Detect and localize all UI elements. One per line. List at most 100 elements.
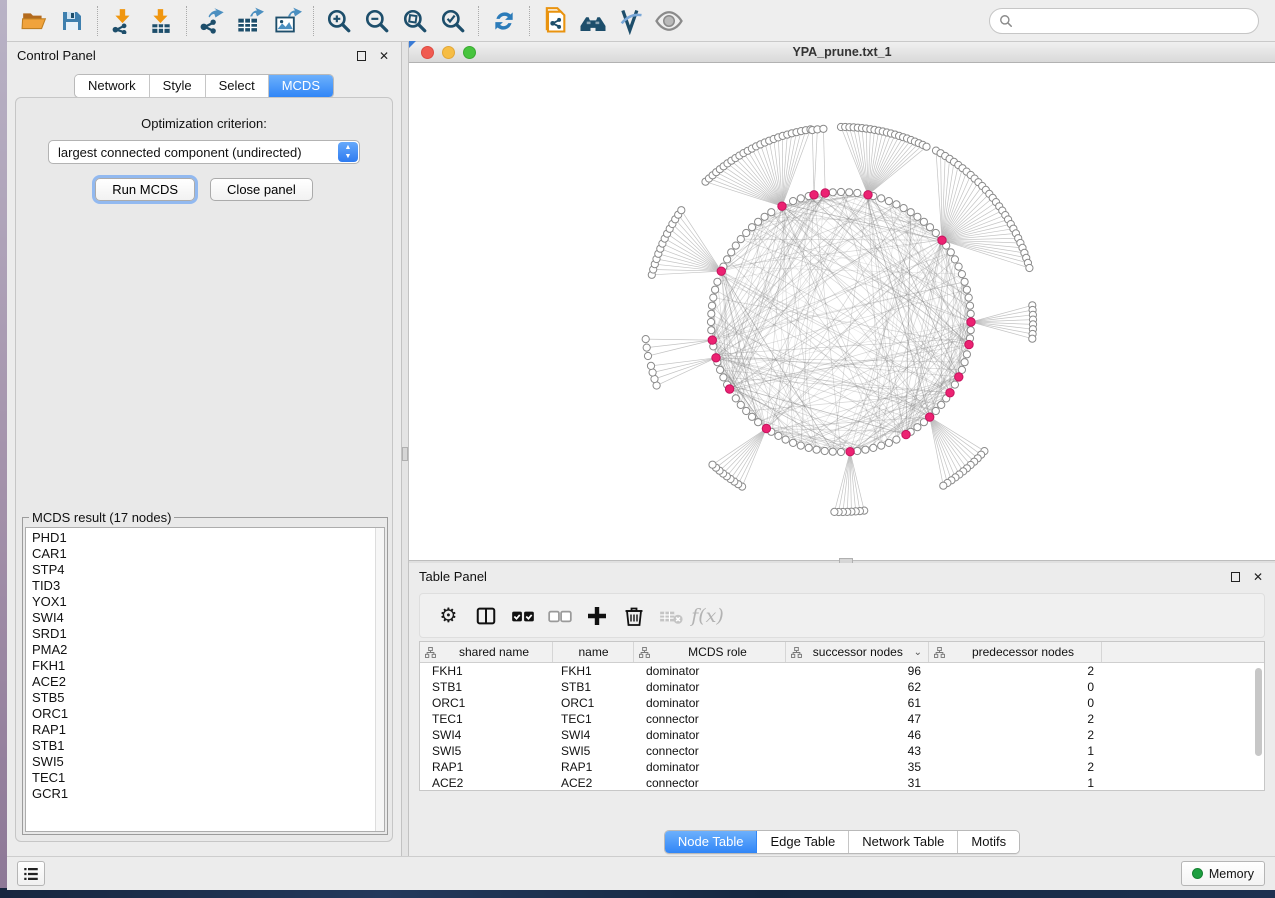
- graph-node[interactable]: [748, 224, 755, 231]
- graph-node[interactable]: [947, 249, 954, 256]
- table-row[interactable]: SWI4SWI4dominator462: [420, 727, 1264, 743]
- mcds-list-item[interactable]: STP4: [26, 562, 384, 578]
- column-header-successor-nodes[interactable]: successor nodes⌄: [786, 642, 929, 662]
- graph-mcds-hub-node[interactable]: [955, 373, 963, 381]
- mcds-list-item[interactable]: RAP1: [26, 722, 384, 738]
- zoom-in-icon[interactable]: [320, 4, 358, 38]
- graph-node[interactable]: [914, 213, 921, 220]
- graph-node[interactable]: [710, 294, 717, 301]
- graph-node[interactable]: [724, 256, 731, 263]
- close-panel-icon[interactable]: ✕: [1251, 570, 1265, 584]
- graph-node[interactable]: [790, 198, 797, 205]
- graph-mcds-hub-node[interactable]: [810, 191, 818, 199]
- tab-mcds[interactable]: MCDS: [269, 75, 333, 97]
- graph-mcds-hub-node[interactable]: [846, 448, 854, 456]
- graph-node[interactable]: [893, 201, 900, 208]
- mcds-list-item[interactable]: FKH1: [26, 658, 384, 674]
- memory-button[interactable]: Memory: [1181, 861, 1265, 886]
- graph-node[interactable]: [870, 444, 877, 451]
- zoom-fit-icon[interactable]: [396, 4, 434, 38]
- mcds-list-item[interactable]: STB1: [26, 738, 384, 754]
- graph-node[interactable]: [862, 446, 869, 453]
- graph-mcds-hub-node[interactable]: [708, 336, 716, 344]
- graph-node[interactable]: [755, 218, 762, 225]
- search-input[interactable]: [1018, 14, 1249, 28]
- network-window-titlebar[interactable]: YPA_prune.txt_1: [409, 42, 1275, 63]
- mcds-list-item[interactable]: ORC1: [26, 706, 384, 722]
- mcds-list-item[interactable]: CAR1: [26, 546, 384, 562]
- table-row[interactable]: FKH1FKH1dominator962: [420, 663, 1264, 679]
- graph-mcds-hub-node[interactable]: [725, 385, 733, 393]
- tab-network-table[interactable]: Network Table: [849, 831, 958, 853]
- graph-node[interactable]: [717, 366, 724, 373]
- close-panel-icon[interactable]: ✕: [377, 49, 391, 63]
- graph-node[interactable]: [708, 327, 715, 334]
- column-header-shared-name[interactable]: shared name: [420, 642, 553, 662]
- refresh-view-icon[interactable]: [485, 4, 523, 38]
- column-header-name[interactable]: name: [553, 642, 634, 662]
- graph-node[interactable]: [955, 263, 962, 270]
- graph-node[interactable]: [768, 209, 775, 216]
- table-row[interactable]: TEC1TEC1connector472: [420, 711, 1264, 727]
- tab-network[interactable]: Network: [75, 75, 150, 97]
- open-file-icon[interactable]: [15, 4, 53, 38]
- graph-node[interactable]: [854, 189, 861, 196]
- graph-node[interactable]: [714, 278, 721, 285]
- graph-mcds-hub-node[interactable]: [967, 318, 975, 326]
- graph-mcds-hub-node[interactable]: [902, 430, 910, 438]
- mcds-list-item[interactable]: PHD1: [26, 530, 384, 546]
- show-task-history-button[interactable]: [17, 861, 45, 886]
- graph-node[interactable]: [963, 351, 970, 358]
- table-row[interactable]: ACE2ACE2connector311: [420, 775, 1264, 791]
- zoom-out-icon[interactable]: [358, 4, 396, 38]
- mcds-list-item[interactable]: SWI4: [26, 610, 384, 626]
- toggle-styles-icon[interactable]: [612, 4, 650, 38]
- graph-mcds-hub-node[interactable]: [762, 424, 770, 432]
- clone-network-icon[interactable]: [536, 4, 574, 38]
- graph-mcds-hub-node[interactable]: [778, 202, 786, 210]
- graph-mcds-hub-node[interactable]: [938, 236, 946, 244]
- graph-node[interactable]: [743, 407, 750, 414]
- graph-node[interactable]: [737, 236, 744, 243]
- mcds-list-item[interactable]: PMA2: [26, 642, 384, 658]
- graph-leaf-node[interactable]: [644, 352, 651, 359]
- graph-node[interactable]: [782, 436, 789, 443]
- graph-node[interactable]: [951, 381, 958, 388]
- mcds-result-list[interactable]: PHD1CAR1STP4TID3YOX1SWI4SRD1PMA2FKH1ACE2…: [25, 527, 385, 832]
- graph-node[interactable]: [837, 448, 844, 455]
- graph-node[interactable]: [708, 302, 715, 309]
- graph-mcds-hub-node[interactable]: [946, 389, 954, 397]
- graph-node[interactable]: [732, 242, 739, 249]
- table-options-gear-icon[interactable]: ⚙: [430, 598, 467, 634]
- graph-node[interactable]: [829, 448, 836, 455]
- graph-leaf-node[interactable]: [709, 461, 716, 468]
- graph-node[interactable]: [748, 413, 755, 420]
- table-scrollbar[interactable]: [1254, 664, 1263, 791]
- graph-node[interactable]: [728, 249, 735, 256]
- network-canvas[interactable]: [409, 63, 1275, 560]
- graph-node[interactable]: [821, 447, 828, 454]
- run-mcds-button[interactable]: Run MCDS: [95, 178, 195, 201]
- export-image-icon[interactable]: [269, 4, 307, 38]
- graph-node[interactable]: [878, 195, 885, 202]
- graph-node[interactable]: [707, 318, 714, 325]
- graph-node[interactable]: [775, 432, 782, 439]
- graph-mcds-hub-node[interactable]: [717, 267, 725, 275]
- graph-node[interactable]: [961, 278, 968, 285]
- graph-leaf-node[interactable]: [678, 207, 685, 214]
- tab-select[interactable]: Select: [206, 75, 269, 97]
- deselect-all-columns-icon[interactable]: [541, 598, 578, 634]
- graph-node[interactable]: [885, 439, 892, 446]
- graph-node[interactable]: [932, 407, 939, 414]
- node-table[interactable]: shared namenameMCDS rolesuccessor nodes⌄…: [419, 641, 1265, 791]
- global-search-field[interactable]: [989, 8, 1259, 34]
- column-header-predecessor-nodes[interactable]: predecessor nodes: [929, 642, 1102, 662]
- graph-leaf-node[interactable]: [1026, 264, 1033, 271]
- graph-leaf-node[interactable]: [940, 482, 947, 489]
- table-row[interactable]: STB1STB1dominator620: [420, 679, 1264, 695]
- graph-leaf-node[interactable]: [831, 508, 838, 515]
- graph-mcds-hub-node[interactable]: [965, 340, 973, 348]
- mcds-list-item[interactable]: YOX1: [26, 594, 384, 610]
- graph-leaf-node[interactable]: [647, 362, 654, 369]
- import-network-icon[interactable]: [104, 4, 142, 38]
